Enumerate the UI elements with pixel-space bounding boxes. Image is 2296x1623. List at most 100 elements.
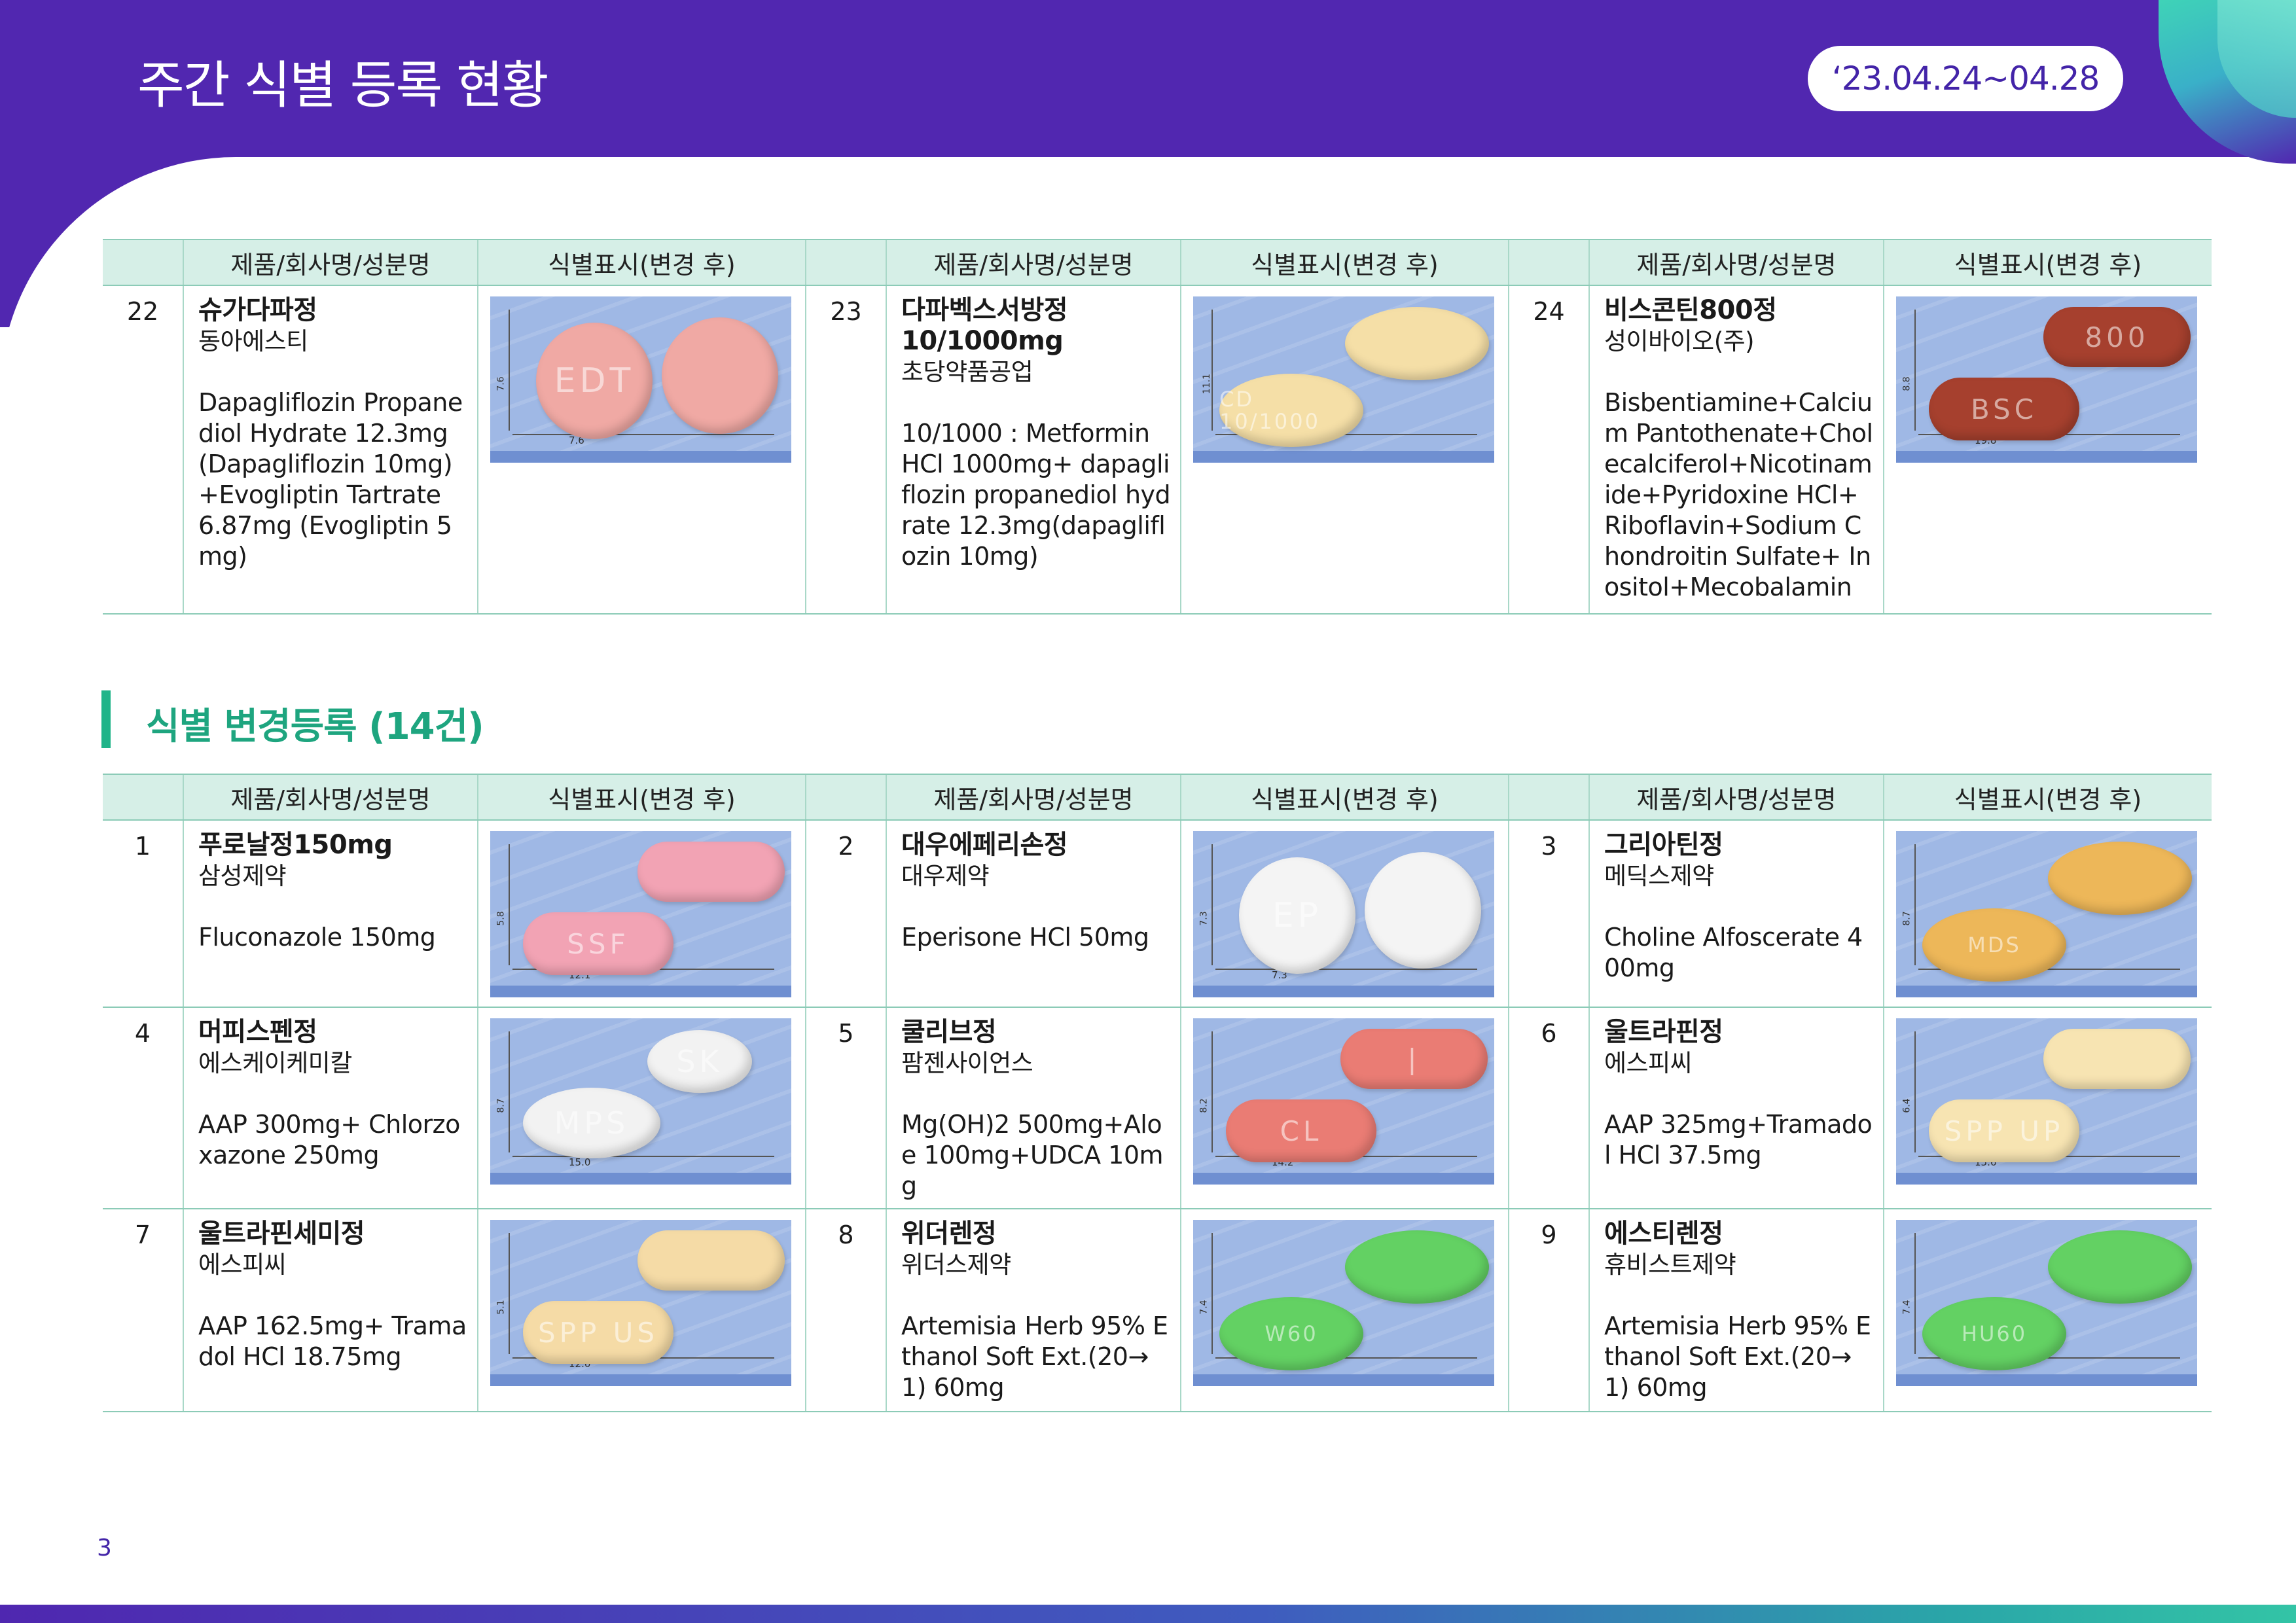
- col-product: 제품/회사명/성분명: [183, 239, 478, 286]
- col-identifier: 식별표시(변경 후): [1883, 239, 2212, 286]
- ingredient: Fluconazole 150mg: [198, 923, 436, 952]
- dimension-vertical: 7.6: [495, 376, 507, 391]
- dimension-vertical: 8.8: [1901, 376, 1912, 391]
- table-header-row: 제품/회사명/성분명 식별표시(변경 후) 제품/회사명/성분명 식별표시(변경…: [103, 239, 2212, 286]
- dimension-vertical: 6.4: [1901, 1098, 1912, 1113]
- identifier-image-cell: 7.413.5약학정보원W60: [1180, 1209, 1509, 1412]
- ingredient: Bisbentiamine+Calcium Pantothenate+Chole…: [1604, 388, 1873, 601]
- company-name: 에스피씨: [1604, 1049, 1693, 1077]
- ruler-vertical: [1200, 1233, 1213, 1354]
- ingredient: Artemisia Herb 95% Ethanol Soft Ext.(20→…: [1604, 1311, 1871, 1402]
- product-info: 울트라핀세미정 에스피씨 AAP 162.5mg+ Tramadol HCl 18.…: [183, 1209, 478, 1412]
- photo-footer-label: 약학정보원: [2155, 1173, 2188, 1185]
- ruler-vertical: [1903, 1031, 1916, 1152]
- product-name: 에스티렌정: [1604, 1219, 1723, 1249]
- pill-front: BSC: [1929, 378, 2079, 440]
- row-number: 23: [805, 285, 886, 615]
- row-number: 6: [1508, 1007, 1589, 1209]
- photo-footer-label: 약학정보원: [749, 1375, 782, 1386]
- company-name: 팜젠사이언스: [901, 1049, 1033, 1077]
- product-name: 울트라핀정: [1604, 1017, 1723, 1047]
- col-product: 제품/회사명/성분명: [886, 774, 1181, 821]
- pill-photo: 5.112.0약학정보원SPP US: [490, 1220, 791, 1386]
- photo-footer-label: 약학정보원: [1452, 1375, 1485, 1386]
- col-product: 제품/회사명/성분명: [886, 239, 1181, 286]
- pill-photo: 8.819.8약학정보원BSC800: [1896, 296, 2197, 463]
- product-name: 위더렌정: [901, 1219, 997, 1249]
- ingredient: Mg(OH)2 500mg+Aloe 100mg+UDCA 10mg: [901, 1110, 1164, 1200]
- company-name: 위더스제약: [901, 1251, 1011, 1279]
- company-name: 에스케이케미칼: [198, 1049, 352, 1077]
- company-name: 에스피씨: [198, 1251, 287, 1279]
- product-info: 울트라핀정 에스피씨 AAP 325mg+Tramadol HCl 37.5mg: [1588, 1007, 1884, 1209]
- company-name: 성이바이오(주): [1604, 327, 1755, 355]
- page-number: 3: [97, 1535, 112, 1561]
- ruler-horizontal: [512, 1156, 774, 1165]
- photo-footer-label: 약학정보원: [1452, 986, 1485, 997]
- pill-back: [1365, 852, 1481, 969]
- identifier-image-cell: 5.112.0약학정보원SPP US: [477, 1209, 806, 1412]
- row-number: 8: [805, 1209, 886, 1412]
- ruler-horizontal: [1215, 969, 1477, 978]
- pill-photo: 7.413.5약학정보원W60: [1193, 1220, 1494, 1386]
- dimension-vertical: 7.4: [1198, 1300, 1210, 1315]
- product-name: 푸로날정150mg: [198, 830, 393, 860]
- col-num: [103, 239, 183, 286]
- ruler-horizontal: [512, 434, 774, 443]
- dimension-vertical: 5.8: [495, 911, 507, 926]
- pill-photo: 7.67.6약학정보원EDT: [490, 296, 791, 463]
- photo-footer-label: 약학정보원: [1452, 452, 1485, 463]
- product-info: 다파벡스서방정 10/1000mg 초당약품공업 10/1000 : Metform…: [886, 285, 1181, 615]
- photo-footer: 약학정보원: [1896, 1374, 2197, 1386]
- photo-footer: 약학정보원: [1193, 1173, 1494, 1185]
- photo-footer-label: 약학정보원: [2155, 986, 2188, 997]
- pill-photo: 7.413.5약학정보원HU60: [1896, 1220, 2197, 1386]
- pill-back: 800: [2043, 307, 2191, 367]
- photo-footer-label: 약학정보원: [749, 1173, 782, 1185]
- ingredient: AAP 325mg+Tramadol HCl 37.5mg: [1604, 1110, 1873, 1169]
- ingredient: AAP 300mg+ Chlorzoxazone 250mg: [198, 1110, 460, 1169]
- pill-back: [2048, 1230, 2192, 1304]
- product-info: 에스티렌정 휴비스트제약 Artemisia Herb 95% Ethanol So…: [1588, 1209, 1884, 1412]
- dimension-vertical: 7.3: [1198, 911, 1210, 926]
- pill-back: [2048, 842, 2192, 915]
- photo-footer: 약학정보원: [490, 1374, 791, 1386]
- col-identifier: 식별표시(변경 후): [477, 239, 806, 286]
- company-name: 삼성제약: [198, 862, 287, 890]
- pill-back: [2043, 1029, 2191, 1089]
- row-number: 24: [1508, 285, 1589, 615]
- col-identifier: 식별표시(변경 후): [1180, 239, 1509, 286]
- pill-front: EDT: [536, 323, 653, 439]
- pill-photo: 11.120.8약학정보원CD 10/1000: [1193, 296, 1494, 463]
- product-name: 다파벡스서방정 10/1000mg: [901, 295, 1068, 356]
- ruler-vertical: [1903, 310, 1916, 431]
- identifier-image-cell: 5.812.1약학정보원SSF: [477, 820, 806, 1008]
- row-number: 1: [103, 820, 183, 1008]
- company-name: 초당약품공업: [901, 358, 1033, 386]
- col-identifier: 식별표시(변경 후): [1883, 774, 2212, 821]
- photo-footer: 약학정보원: [1193, 1374, 1494, 1386]
- pill-photo: 7.37.3약학정보원EP: [1193, 831, 1494, 997]
- photo-footer: 약학정보원: [490, 451, 791, 463]
- ruler-vertical: [1200, 1031, 1213, 1152]
- col-product: 제품/회사명/성분명: [183, 774, 478, 821]
- col-num: [1508, 239, 1589, 286]
- ruler-vertical: [1200, 310, 1213, 431]
- ruler-vertical: [497, 310, 510, 431]
- pill-photo: 8.214.2약학정보원CL|: [1193, 1018, 1494, 1185]
- identifier-image-cell: 7.37.3약학정보원EP: [1180, 820, 1509, 1008]
- company-name: 동아에스티: [198, 327, 308, 355]
- product-info: 머피스펜정 에스케이케미칼 AAP 300mg+ Chlorzoxazone 250…: [183, 1007, 478, 1209]
- pill-photo: 5.812.1약학정보원SSF: [490, 831, 791, 997]
- ruler-vertical: [497, 1031, 510, 1152]
- identifier-image-cell: 8.819.8약학정보원BSC800: [1883, 285, 2212, 615]
- ruler-vertical: [1903, 844, 1916, 965]
- row-number: 22: [103, 285, 183, 615]
- table-row: 4 머피스펜정 에스케이케미칼 AAP 300mg+ Chlorzoxazone 25…: [103, 1007, 2212, 1209]
- pill-photo: 8.715.0약학정보원MPSSK: [490, 1018, 791, 1185]
- dimension-vertical: 11.1: [1202, 373, 1213, 395]
- pill-back: [637, 842, 785, 902]
- table-header-row: 제품/회사명/성분명 식별표시(변경 후) 제품/회사명/성분명 식별표시(변경…: [103, 774, 2212, 821]
- ruler-vertical: [497, 1233, 510, 1354]
- product-name: 머피스펜정: [198, 1017, 317, 1047]
